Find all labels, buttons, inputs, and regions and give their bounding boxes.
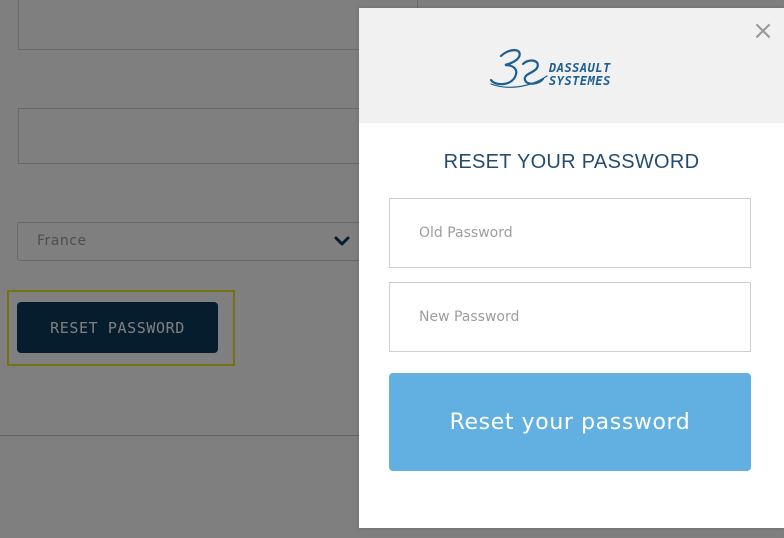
reset-your-password-button[interactable]: Reset your password: [389, 373, 751, 471]
reset-password-modal: DASSAULT SYSTEMES × RESET YOUR PASSWORD …: [359, 8, 784, 528]
modal-title: RESET YOUR PASSWORD: [443, 151, 700, 173]
dassault-systemes-logo: DASSAULT SYSTEMES: [489, 49, 611, 88]
logo-text-line1: DASSAULT: [548, 61, 611, 75]
logo-text-line2: SYSTEMES: [549, 74, 611, 88]
new-password-field[interactable]: [389, 282, 751, 352]
close-icon[interactable]: ×: [752, 18, 774, 44]
modal-header: DASSAULT SYSTEMES ×: [359, 8, 784, 123]
old-password-field[interactable]: [389, 198, 751, 268]
